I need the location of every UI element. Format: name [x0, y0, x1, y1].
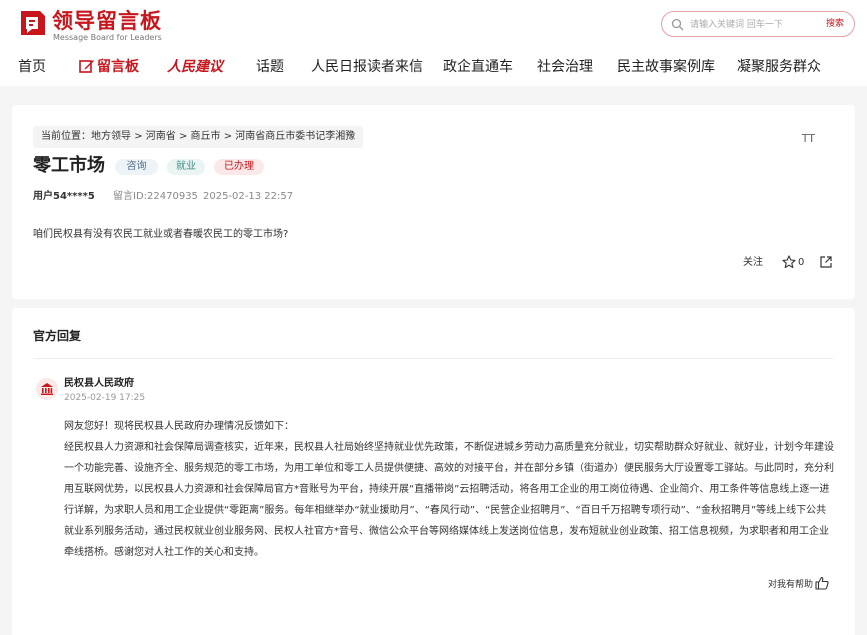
message-id: 留言ID:22470935	[113, 191, 198, 202]
breadcrumb-separator: >	[223, 131, 233, 142]
search-button[interactable]: 搜索	[826, 17, 844, 31]
reply-body: 网友您好！现将民权县人民政府办理情况反馈如下： 经民权县人力资源和社会保障局调查…	[64, 416, 834, 563]
nav-item-serve-masses[interactable]: 凝聚服务群众	[737, 55, 821, 79]
logo-subtitle: Message Board for Leaders	[53, 33, 162, 42]
main-nav: 首页 留言板 人民建议 话题 人民日报读者来信 政企直通车 社会治理 民主故事案…	[0, 55, 867, 81]
share-icon[interactable]	[819, 255, 833, 269]
breadcrumb-item-province[interactable]: 河南省	[146, 131, 176, 142]
star-icon[interactable]	[782, 255, 796, 269]
breadcrumb-item-leaders[interactable]: 地方领导	[91, 131, 131, 142]
search-box: 搜索	[661, 11, 855, 37]
reply-org-name: 民权县人民政府	[64, 378, 134, 389]
nav-item-social-governance[interactable]: 社会治理	[537, 55, 593, 79]
breadcrumb-item-leader[interactable]: 河南省商丘市委书记李湘豫	[235, 131, 355, 142]
breadcrumb-item-city[interactable]: 商丘市	[191, 131, 221, 142]
nav-item-gov-business[interactable]: 政企直通车	[443, 55, 513, 79]
star-count: 0	[798, 257, 805, 268]
nav-item-people-suggestions[interactable]: 人民建议	[167, 55, 223, 79]
breadcrumb: 当前位置：地方领导 > 河南省 > 商丘市 > 河南省商丘市委书记李湘豫	[33, 126, 364, 148]
message-date: 2025-02-13 22:57	[203, 191, 294, 202]
avatar	[36, 378, 58, 400]
logo-mark-icon	[21, 11, 45, 35]
helpful-button[interactable]: 对我有帮助	[768, 579, 813, 591]
divider	[33, 358, 833, 359]
status-badge: 已办理	[214, 159, 264, 175]
search-input[interactable]	[690, 16, 818, 33]
nav-item-message-board-label: 留言板	[97, 59, 139, 75]
reply-greeting: 网友您好！现将民权县人民政府办理情况反馈如下：	[64, 421, 294, 432]
breadcrumb-separator: >	[134, 131, 143, 142]
search-icon	[671, 18, 684, 31]
question-card: 当前位置：地方领导 > 河南省 > 商丘市 > 河南省商丘市委书记李湘豫 TT …	[12, 105, 855, 299]
site-logo[interactable]: 领导留言板 Message Board for Leaders	[18, 9, 178, 43]
reply-heading: 官方回复	[33, 329, 82, 343]
government-building-icon	[41, 383, 53, 395]
breadcrumb-prefix: 当前位置：	[41, 131, 91, 142]
reply-date: 2025-02-19 17:25	[64, 393, 146, 403]
tag-employment: 就业	[167, 159, 205, 175]
nav-item-reader-letters[interactable]: 人民日报读者来信	[311, 55, 423, 79]
breadcrumb-separator: >	[178, 131, 188, 142]
reply-card: 官方回复 民权县人民政府 2025-02-19 17:25 网友您好！现将民权县…	[12, 308, 855, 635]
tag-consult: 咨询	[115, 159, 158, 175]
thumbs-up-icon[interactable]	[815, 576, 829, 590]
edit-icon	[79, 60, 94, 73]
nav-item-democracy-cases[interactable]: 民主故事案例库	[617, 55, 715, 79]
page-title: 零工市场	[33, 155, 105, 176]
site-header: 领导留言板 Message Board for Leaders 搜索 首页 留言…	[0, 0, 867, 86]
logo-title: 领导留言板	[52, 9, 162, 33]
reply-content: 经民权县人力资源和社会保障局调查核实，近年来，民权县人社局始终坚持就业优先政策，…	[64, 442, 834, 558]
user-name: 用户54****5	[33, 191, 95, 202]
nav-item-message-board[interactable]: 留言板	[79, 55, 139, 79]
follow-button[interactable]: 关注	[743, 256, 763, 270]
nav-item-home[interactable]: 首页	[18, 55, 46, 79]
question-body: 咱们民权县有没有农民工就业或者春暖农民工的零工市场?	[33, 229, 289, 240]
nav-item-topics[interactable]: 话题	[256, 55, 284, 79]
font-size-icon[interactable]: TT	[802, 132, 815, 145]
